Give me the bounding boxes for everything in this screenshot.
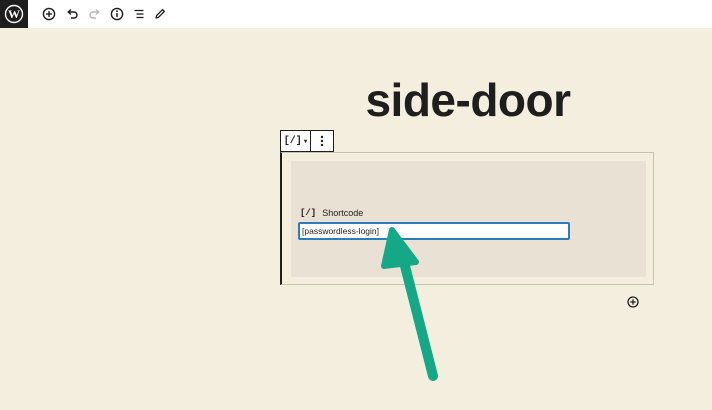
- annotation-arrow: [381, 227, 438, 381]
